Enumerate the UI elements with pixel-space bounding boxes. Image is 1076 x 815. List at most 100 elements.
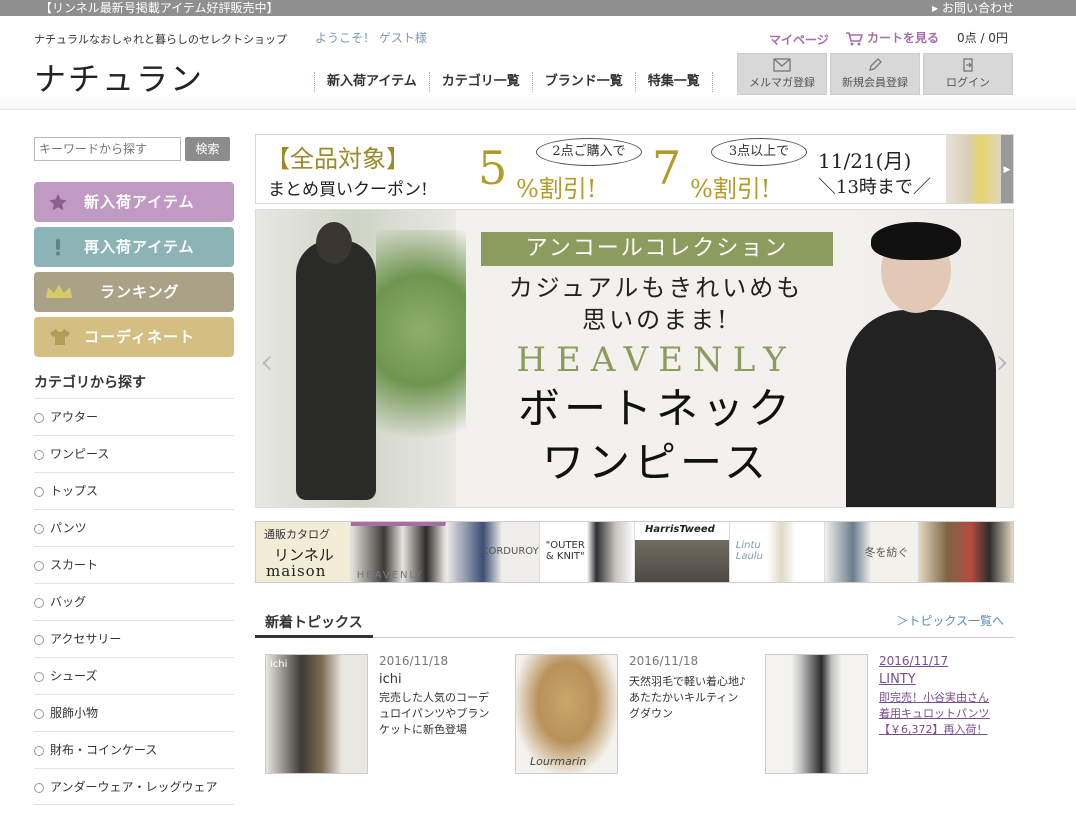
category-heading: カテゴリから探す — [34, 375, 146, 391]
side-ranking-button[interactable]: ランキング — [34, 272, 234, 312]
site-header: ナチュラルなおしゃれと暮らしのセレクトショップ ナチュラン ようこそ！ ゲスト様… — [0, 16, 1076, 110]
coupon-off-5: %割引! — [516, 175, 597, 203]
topic-image-2[interactable]: Lourmarin — [515, 654, 618, 774]
coupon-photo — [946, 135, 1003, 203]
side-new-items-label: 新入荷アイテム — [84, 193, 195, 211]
topic-desc-2: 天然羽毛で軽い着心地♪あたたかいキルティングダウン — [629, 675, 747, 720]
topic-title-1[interactable]: ichi — [379, 672, 402, 687]
coupon-banner[interactable]: 【全品対象】 まとめ買いクーポン! 2点ご購入で 5 %割引! 3点以上で 7 … — [255, 134, 1014, 204]
topic-desc-3[interactable]: 即完売！小谷実由さん着用キュロットパンツ【￥6,372】再入荷！ — [879, 690, 999, 738]
topic-date-2: 2016/11/18 — [629, 654, 699, 668]
thumb-heavenly[interactable]: HEAVENLY — [350, 522, 446, 582]
thumb-outer-knit[interactable]: "OUTER & KNIT" — [540, 522, 635, 582]
category-item-pants[interactable]: パンツ — [34, 509, 234, 546]
nav-categories[interactable]: カテゴリ一覧 — [428, 72, 532, 92]
coupon-date: 11/21(月) — [818, 149, 912, 173]
nav-new-items[interactable]: 新入荷アイテム — [314, 72, 429, 92]
side-restock-label: 再入荷アイテム — [84, 238, 195, 256]
coupon-pct-7: 7 — [652, 141, 682, 195]
search-button[interactable]: 検索 — [185, 137, 230, 161]
coupon-title: まとめ買いクーポン! — [268, 180, 428, 200]
coupon-target: 【全品対象】 — [266, 145, 410, 173]
contact-link[interactable]: ▸ お問い合わせ — [932, 0, 1014, 16]
banner-thumbnails: 通販カタログ リンネル maison HEAVENLY CORDUROY "OU… — [255, 521, 1014, 583]
thumb-hats[interactable] — [919, 522, 1013, 582]
topic-date-1: 2016/11/18 — [379, 654, 449, 668]
category-item-underwear[interactable]: アンダーウェア・レッグウェア — [34, 768, 234, 805]
category-item-outer[interactable]: アウター — [34, 398, 234, 435]
cart-label: カートを見る — [867, 31, 940, 45]
mail-icon — [773, 58, 791, 72]
cart-link[interactable]: カートを見る — [845, 29, 939, 46]
hero-next-icon[interactable]: › — [995, 342, 1009, 382]
thumb-corduroy[interactable]: CORDUROY — [445, 522, 541, 582]
side-new-items-button[interactable]: 新入荷アイテム — [34, 182, 234, 222]
category-item-accessory[interactable]: アクセサリー — [34, 620, 234, 657]
register-button[interactable]: 新規会員登録 — [830, 53, 920, 95]
thumb-catalog[interactable]: 通販カタログ リンネル maison — [256, 522, 351, 582]
login-icon — [963, 58, 973, 72]
category-item-fashion-goods[interactable]: 服飾小物 — [34, 694, 234, 731]
side-coordinate-label: コーディネート — [84, 328, 195, 346]
search-input[interactable] — [34, 137, 181, 161]
welcome-message: ようこそ！ ゲスト様 — [315, 31, 427, 45]
side-ranking-label: ランキング — [100, 283, 180, 301]
topic-item-3[interactable]: 2016/11/17 LINTY 即完売！小谷実由さん着用キュロットパンツ【￥6… — [755, 654, 995, 784]
coupon-bubble-2: 2点ご購入で — [536, 138, 642, 166]
hero-model-left-head — [316, 222, 352, 264]
site-logo[interactable]: ナチュラン — [34, 54, 204, 100]
coupon-pct-5: 5 — [478, 141, 508, 195]
hero-copy: カジュアルもきれいめも 思いのまま! — [508, 274, 804, 334]
register-label: 新規会員登録 — [842, 76, 908, 89]
nav-brands[interactable]: ブランド一覧 — [531, 72, 635, 92]
category-item-shoes[interactable]: シューズ — [34, 657, 234, 694]
topic-image-3[interactable] — [765, 654, 868, 774]
topic-desc-1: 完売した人気のコーデュロイパンツやブランケットに新色登場 — [379, 691, 490, 736]
cart-summary: 0点 / 0円 — [957, 31, 1008, 45]
hero-tag: アンコールコレクション — [481, 232, 833, 266]
category-item-wallet[interactable]: 財布・コインケース — [34, 731, 234, 768]
notice-link[interactable]: 【リンネル最新号掲載アイテム好評販売中】 — [40, 0, 279, 16]
topic-item-2[interactable]: Lourmarin 2016/11/18 天然羽毛で軽い着心地♪あたたかいキルテ… — [505, 654, 746, 784]
topics-header: 新着トピックス ＞トピックス一覧へ — [255, 608, 1014, 638]
topic-title-3[interactable]: LINTY — [879, 672, 916, 687]
coupon-arrow-icon[interactable]: ▶ — [1001, 135, 1013, 203]
topic-image-1[interactable]: ichi — [265, 654, 368, 774]
category-item-bag[interactable]: バッグ — [34, 583, 234, 620]
hero-banner[interactable]: アンコールコレクション カジュアルもきれいめも 思いのまま! HEAVENLY ボ… — [255, 209, 1014, 508]
hero-plant-image — [376, 230, 466, 480]
category-item-skirt[interactable]: スカート — [34, 546, 234, 583]
pencil-icon — [869, 58, 882, 71]
topics-more-link[interactable]: ＞トピックス一覧へ — [896, 612, 1004, 629]
side-coordinate-button[interactable]: コーディネート — [34, 317, 234, 357]
coupon-bubble-3: 3点以上で — [711, 138, 807, 166]
topics-heading: 新着トピックス — [255, 608, 373, 638]
crown-icon — [46, 285, 72, 298]
thumb-lintu-laulu[interactable]: Lintu Laulu — [729, 522, 825, 582]
site-tagline: ナチュラルなおしゃれと暮らしのセレクトショップ — [34, 33, 287, 46]
nav-features[interactable]: 特集一覧 — [634, 72, 713, 92]
coupon-off-7: %割引! — [690, 175, 771, 203]
category-item-tops[interactable]: トップス — [34, 472, 234, 509]
hero-product: ボートネック ワンピース — [517, 384, 794, 487]
star-icon — [49, 194, 67, 211]
hero-model-left — [296, 240, 376, 500]
exclamation-icon — [56, 239, 60, 256]
login-label: ログイン — [946, 76, 990, 89]
hero-prev-icon[interactable]: ‹ — [260, 342, 274, 382]
mypage-link[interactable]: マイページ — [769, 31, 829, 48]
side-restock-button[interactable]: 再入荷アイテム — [34, 227, 234, 267]
thumb-harristweed[interactable]: HarrisTweed — [635, 522, 730, 582]
global-nav: 新入荷アイテム カテゴリ一覧 ブランド一覧 特集一覧 — [314, 72, 713, 92]
topic-item-1[interactable]: ichi 2016/11/18 ichi 完売した人気のコーデュロイパンツやブラ… — [255, 654, 495, 784]
top-notice-bar: 【リンネル最新号掲載アイテム好評販売中】 ▸ お問い合わせ — [0, 0, 1076, 16]
shirt-icon — [50, 329, 70, 345]
login-button[interactable]: ログイン — [923, 53, 1013, 95]
newsletter-label: メルマガ登録 — [749, 76, 815, 89]
thumb-winter[interactable]: 冬を紡ぐ — [824, 522, 920, 582]
newsletter-button[interactable]: メルマガ登録 — [737, 53, 827, 95]
category-item-onepiece[interactable]: ワンピース — [34, 435, 234, 472]
hero-brand: HEAVENLY — [516, 340, 796, 380]
cart-icon — [846, 31, 863, 45]
hero-model-beret — [871, 222, 961, 260]
